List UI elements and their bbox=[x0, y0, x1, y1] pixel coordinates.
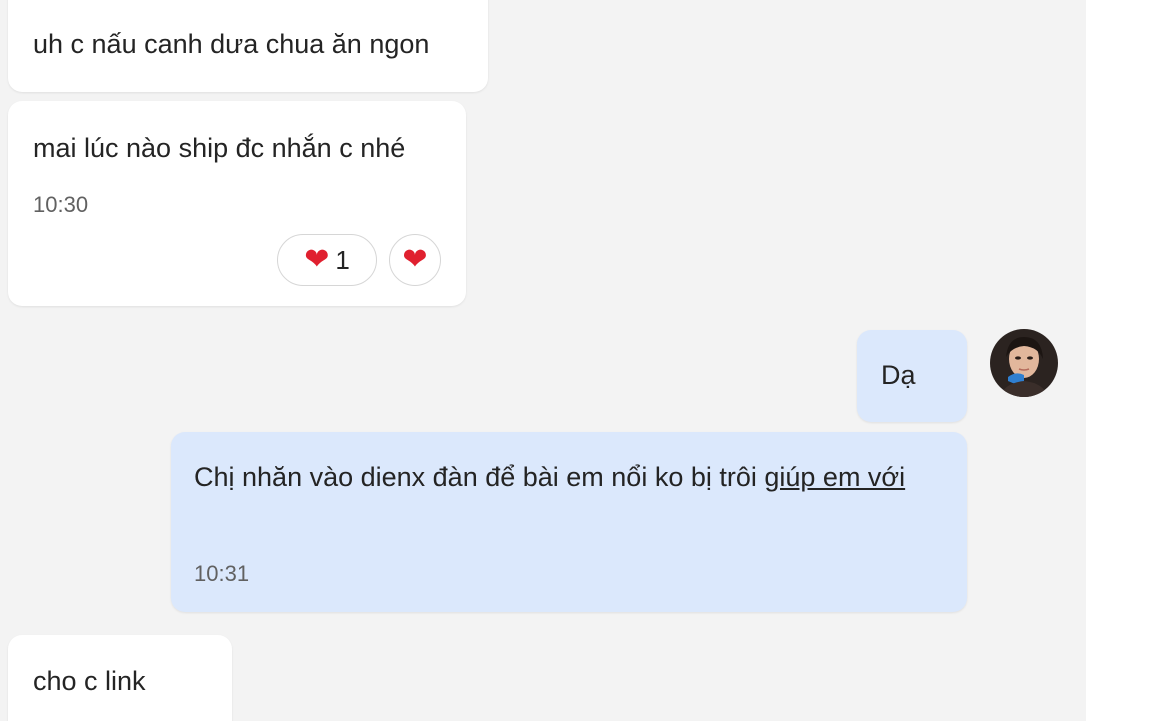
message-bubble-incoming[interactable]: uh c nấu canh dưa chua ăn ngon bbox=[8, 0, 488, 92]
right-panel bbox=[1086, 0, 1171, 721]
message-bubble-incoming[interactable]: mai lúc nào ship đc nhắn c nhé 10:30 ❤ 1… bbox=[8, 101, 466, 306]
message-bubble-incoming[interactable]: cho c link bbox=[8, 635, 232, 721]
message-text: Dạ bbox=[881, 360, 916, 390]
message-timestamp: 10:31 bbox=[194, 561, 250, 586]
chat-thread: uh c nấu canh dưa chua ăn ngon mai lúc n… bbox=[0, 0, 1086, 721]
message-text: Chị nhăn vào dienx đàn để bài em nổi ko … bbox=[194, 457, 945, 497]
message-text: cho c link bbox=[33, 666, 146, 696]
add-heart-reaction-button[interactable]: ❤ bbox=[389, 234, 441, 286]
avatar[interactable] bbox=[990, 329, 1058, 397]
message-text-underlined[interactable]: giúp em với bbox=[764, 462, 905, 492]
message-bubble-outgoing[interactable]: Chị nhăn vào dienx đàn để bài em nổi ko … bbox=[171, 432, 967, 612]
message-bubble-outgoing[interactable]: Dạ bbox=[857, 330, 967, 422]
message-text-plain: Chị nhăn vào dienx đàn để bài em nổi ko … bbox=[194, 462, 765, 492]
heart-icon: ❤ bbox=[402, 242, 428, 277]
reaction-count: 1 bbox=[335, 245, 350, 275]
message-text: uh c nấu canh dưa chua ăn ngon bbox=[33, 29, 430, 59]
avatar-image bbox=[990, 329, 1058, 397]
message-text: mai lúc nào ship đc nhắn c nhé bbox=[33, 133, 406, 163]
heart-icon: ❤ bbox=[304, 242, 330, 277]
heart-reaction-count-button[interactable]: ❤ 1 bbox=[277, 234, 377, 286]
message-timestamp: 10:30 bbox=[33, 192, 89, 217]
